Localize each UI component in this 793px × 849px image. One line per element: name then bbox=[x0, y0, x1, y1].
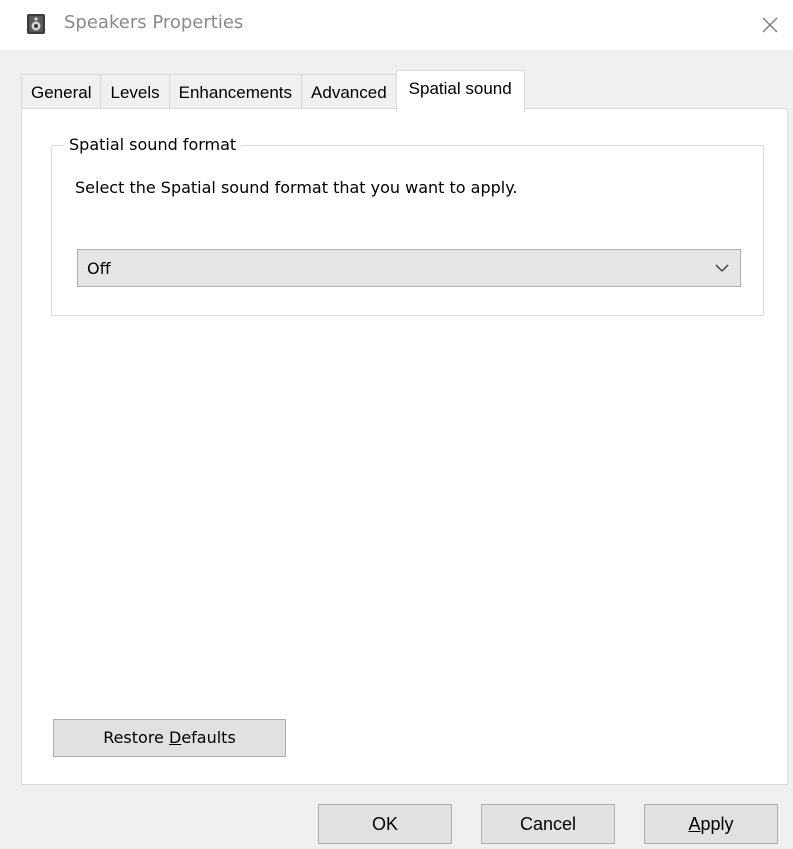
apply-button[interactable]: Apply bbox=[644, 804, 778, 844]
tab-general[interactable]: General bbox=[21, 74, 102, 110]
tab-panel-spatial-sound: Spatial sound format Select the Spatial … bbox=[21, 108, 788, 785]
tab-enhancements[interactable]: Enhancements bbox=[168, 74, 303, 110]
chevron-down-icon bbox=[715, 264, 729, 272]
close-button[interactable] bbox=[747, 0, 793, 50]
spatial-sound-format-select[interactable]: Off bbox=[77, 249, 741, 287]
apply-access-key: A bbox=[688, 814, 701, 834]
title-bar[interactable]: Speakers Properties bbox=[0, 0, 793, 50]
tab-levels[interactable]: Levels bbox=[100, 74, 170, 110]
restore-defaults-button[interactable]: Restore Defaults bbox=[53, 719, 286, 757]
properties-window: Speakers Properties General Levels Enhan… bbox=[0, 0, 793, 849]
apply-label-suffix: pply bbox=[700, 814, 734, 834]
speaker-icon bbox=[27, 14, 45, 34]
restore-defaults-access-key: D bbox=[168, 728, 182, 747]
window-title: Speakers Properties bbox=[64, 12, 244, 33]
spatial-sound-format-group: Spatial sound format Select the Spatial … bbox=[51, 134, 764, 316]
restore-defaults-label-prefix: Restore bbox=[103, 728, 169, 747]
group-legend: Spatial sound format bbox=[64, 134, 242, 156]
cancel-button[interactable]: Cancel bbox=[481, 804, 615, 844]
tab-advanced[interactable]: Advanced bbox=[301, 74, 397, 110]
close-icon bbox=[762, 17, 778, 33]
restore-defaults-label-suffix: efaults bbox=[181, 728, 236, 747]
ok-button[interactable]: OK bbox=[318, 804, 452, 844]
tab-strip: General Levels Enhancements Advanced Spa… bbox=[21, 70, 525, 112]
select-value: Off bbox=[87, 259, 111, 278]
group-description: Select the Spatial sound format that you… bbox=[75, 178, 518, 197]
tab-spatial-sound[interactable]: Spatial sound bbox=[395, 70, 525, 112]
